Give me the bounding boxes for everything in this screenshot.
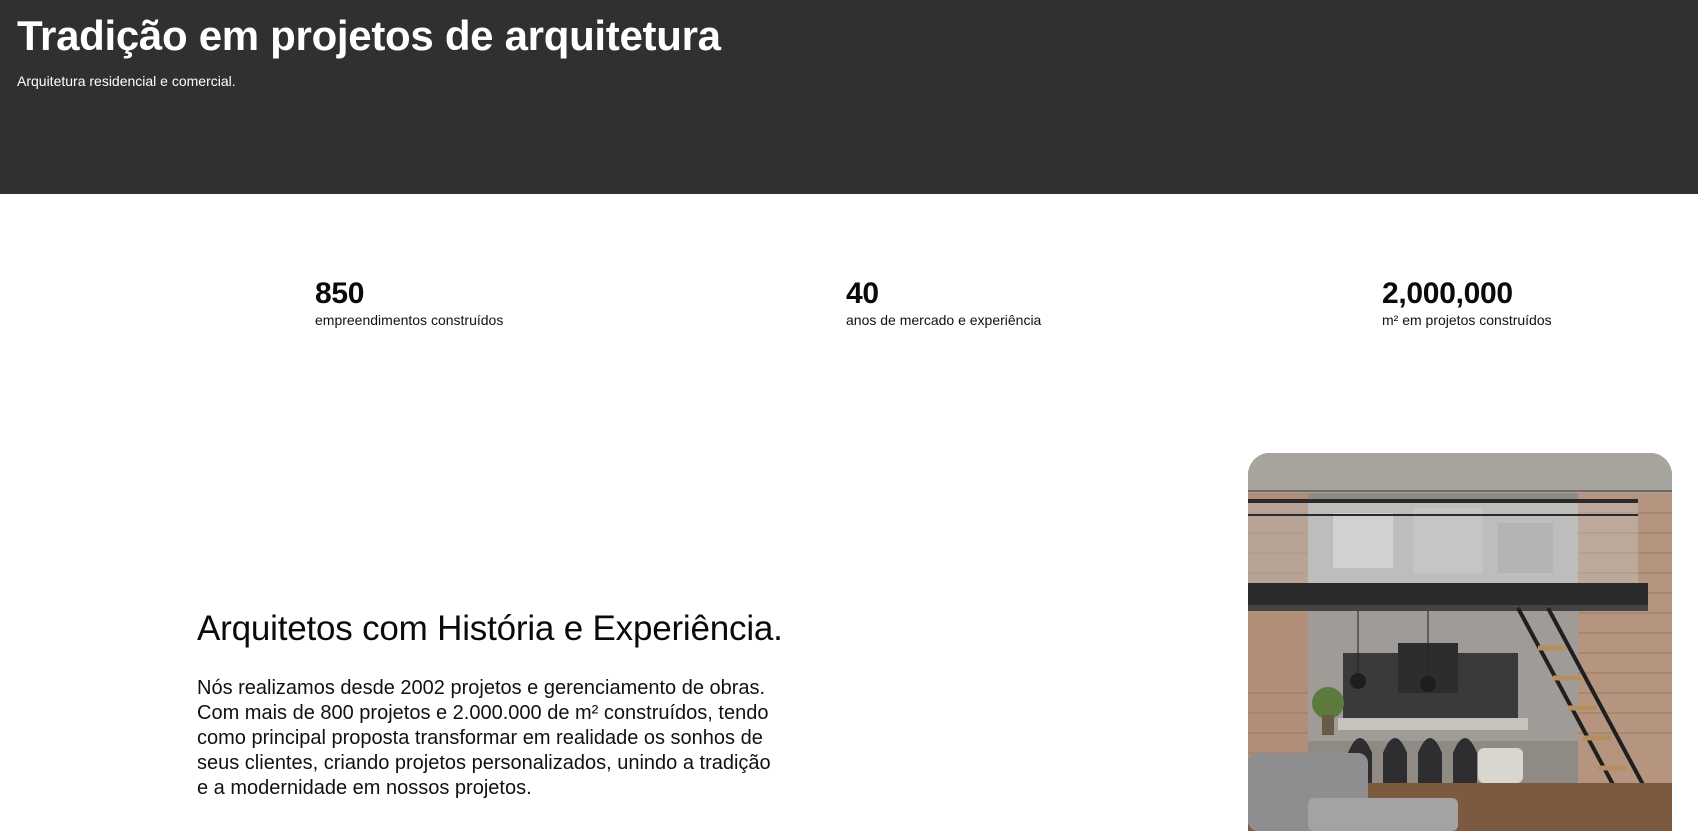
about-heading: Arquitetos com História e Experiência. [197, 609, 783, 648]
stat-value: 850 [315, 277, 365, 310]
stat-years: 40 anos de mercado e experiência [846, 276, 1041, 329]
stat-label: anos de mercado e experiência [846, 312, 1042, 328]
hero-title: Tradição em projetos de arquitetura [17, 12, 721, 59]
stat-value: 2,000,000 [1382, 277, 1513, 310]
loft-photo-illustration [1248, 453, 1672, 831]
stat-value: 40 [846, 277, 879, 310]
stat-label: empreendimentos construídos [315, 312, 504, 328]
hero-subtitle: Arquitetura residencial e comercial. [17, 73, 236, 89]
loft-interior-photo [1248, 453, 1672, 831]
stat-label: m² em projetos construídos [1382, 312, 1552, 328]
stat-projects: 850 empreendimentos construídos [315, 276, 503, 329]
stat-area: 2,000,000 m² em projetos construídos [1382, 276, 1552, 329]
about-paragraph: Nós realizamos desde 2002 projetos e ger… [197, 677, 771, 799]
hero-banner: Tradição em projetos de arquitetura Arqu… [0, 0, 1698, 194]
